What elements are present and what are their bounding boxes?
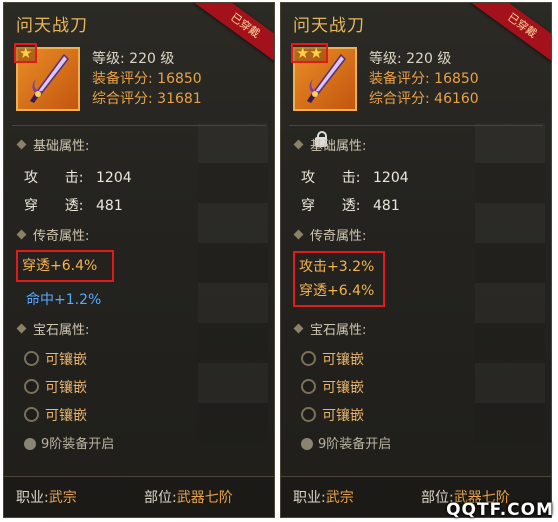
gem-slot[interactable]: 可镶嵌 bbox=[24, 349, 87, 369]
item-meta: 等级: 220 级 装备评分: 16850 综合评分: 46160 bbox=[369, 49, 479, 109]
gem-socket-icon bbox=[301, 379, 316, 394]
divider bbox=[289, 125, 543, 126]
attr-row: 穿 透: 481 bbox=[24, 198, 123, 214]
item-name: 问天战刀 bbox=[16, 16, 88, 36]
level-label: 等级: bbox=[369, 51, 402, 67]
diamond-icon bbox=[293, 323, 304, 334]
attr-row: 攻 击: 1204 bbox=[301, 170, 409, 186]
level-label: 等级: bbox=[92, 51, 125, 67]
base-attr-header: 基础属性: bbox=[293, 135, 366, 154]
highlighted-legend-attrs: 穿透+6.4% bbox=[16, 250, 114, 282]
lock-icon bbox=[301, 438, 313, 450]
gem-slot[interactable]: 可镶嵌 bbox=[301, 349, 364, 369]
gem-socket-icon bbox=[24, 351, 39, 366]
level-value: 220 级 bbox=[406, 51, 452, 67]
slot-label: 部位: bbox=[144, 490, 177, 506]
star-rating: ★★ bbox=[291, 43, 328, 63]
gem-slot[interactable]: 可镶嵌 bbox=[301, 377, 364, 397]
class-label: 职业: bbox=[16, 490, 49, 506]
equipped-ribbon: 已穿戴 bbox=[194, 3, 274, 68]
equip-score: 16850 bbox=[157, 71, 202, 87]
gem-attr-header: 宝石属性: bbox=[16, 319, 89, 338]
star-rating: ★ bbox=[14, 43, 38, 63]
diamond-icon bbox=[293, 229, 304, 240]
base-attr-header: 基础属性: bbox=[16, 135, 89, 154]
class-value: 武宗 bbox=[325, 490, 354, 506]
total-score-label: 综合评分: bbox=[369, 91, 430, 107]
unlock-hint: 9阶装备开启 bbox=[24, 433, 114, 452]
equipped-ribbon: 已穿戴 bbox=[471, 3, 551, 68]
highlighted-legend-attrs: 攻击+3.2% 穿透+6.4% bbox=[293, 251, 385, 307]
gem-socket-icon bbox=[301, 351, 316, 366]
class-value: 武宗 bbox=[48, 490, 77, 506]
slot-value: 武器七阶 bbox=[176, 490, 233, 506]
gem-socket-icon bbox=[24, 379, 39, 394]
equip-score-label: 装备评分: bbox=[92, 71, 153, 87]
gem-socket-icon bbox=[24, 407, 39, 422]
gem-slot[interactable]: 可镶嵌 bbox=[24, 405, 87, 425]
diamond-icon bbox=[16, 323, 27, 334]
lock-icon bbox=[24, 438, 36, 450]
total-score: 31681 bbox=[157, 91, 202, 107]
legend-attr-extra: 命中+1.2% bbox=[26, 292, 102, 308]
item-tooltip-right: 问天战刀 已穿戴 ★★ 等级: 220 级 装备评分: 16850 综合评分: … bbox=[280, 2, 552, 518]
level-value: 220 级 bbox=[129, 51, 175, 67]
gem-attr-header: 宝石属性: bbox=[293, 319, 366, 338]
item-footer: 职业:武宗 部位:武器七阶 bbox=[4, 476, 274, 517]
divider bbox=[12, 125, 266, 126]
diamond-icon bbox=[293, 139, 304, 150]
legend-attr-header: 传奇属性: bbox=[16, 225, 89, 244]
equip-score-label: 装备评分: bbox=[369, 71, 430, 87]
watermark: QQTF.COM bbox=[446, 500, 554, 520]
attr-row: 攻 击: 1204 bbox=[24, 170, 132, 186]
gem-slot[interactable]: 可镶嵌 bbox=[301, 405, 364, 425]
legend-attr: 穿透+6.4% bbox=[22, 258, 98, 274]
item-tooltip-left: 问天战刀 已穿戴 ★ 等级: 220 级 装备评分: 16850 综合评分: 3… bbox=[3, 2, 275, 518]
diamond-icon bbox=[16, 229, 27, 240]
legend-attr: 穿透+6.4% bbox=[299, 283, 375, 299]
total-score: 46160 bbox=[434, 91, 479, 107]
total-score-label: 综合评分: bbox=[92, 91, 153, 107]
background-decoration bbox=[475, 123, 545, 443]
attr-row: 穿 透: 481 bbox=[301, 198, 400, 214]
class-label: 职业: bbox=[293, 490, 326, 506]
background-decoration bbox=[198, 123, 268, 443]
gem-socket-icon bbox=[301, 407, 316, 422]
legend-attr-header: 传奇属性: bbox=[293, 225, 366, 244]
legend-attr: 攻击+3.2% bbox=[299, 259, 375, 275]
equip-score: 16850 bbox=[434, 71, 479, 87]
item-name: 问天战刀 bbox=[293, 16, 365, 36]
item-meta: 等级: 220 级 装备评分: 16850 综合评分: 31681 bbox=[92, 49, 202, 109]
gem-slot[interactable]: 可镶嵌 bbox=[24, 377, 87, 397]
diamond-icon bbox=[16, 139, 27, 150]
unlock-hint: 9阶装备开启 bbox=[301, 433, 391, 452]
